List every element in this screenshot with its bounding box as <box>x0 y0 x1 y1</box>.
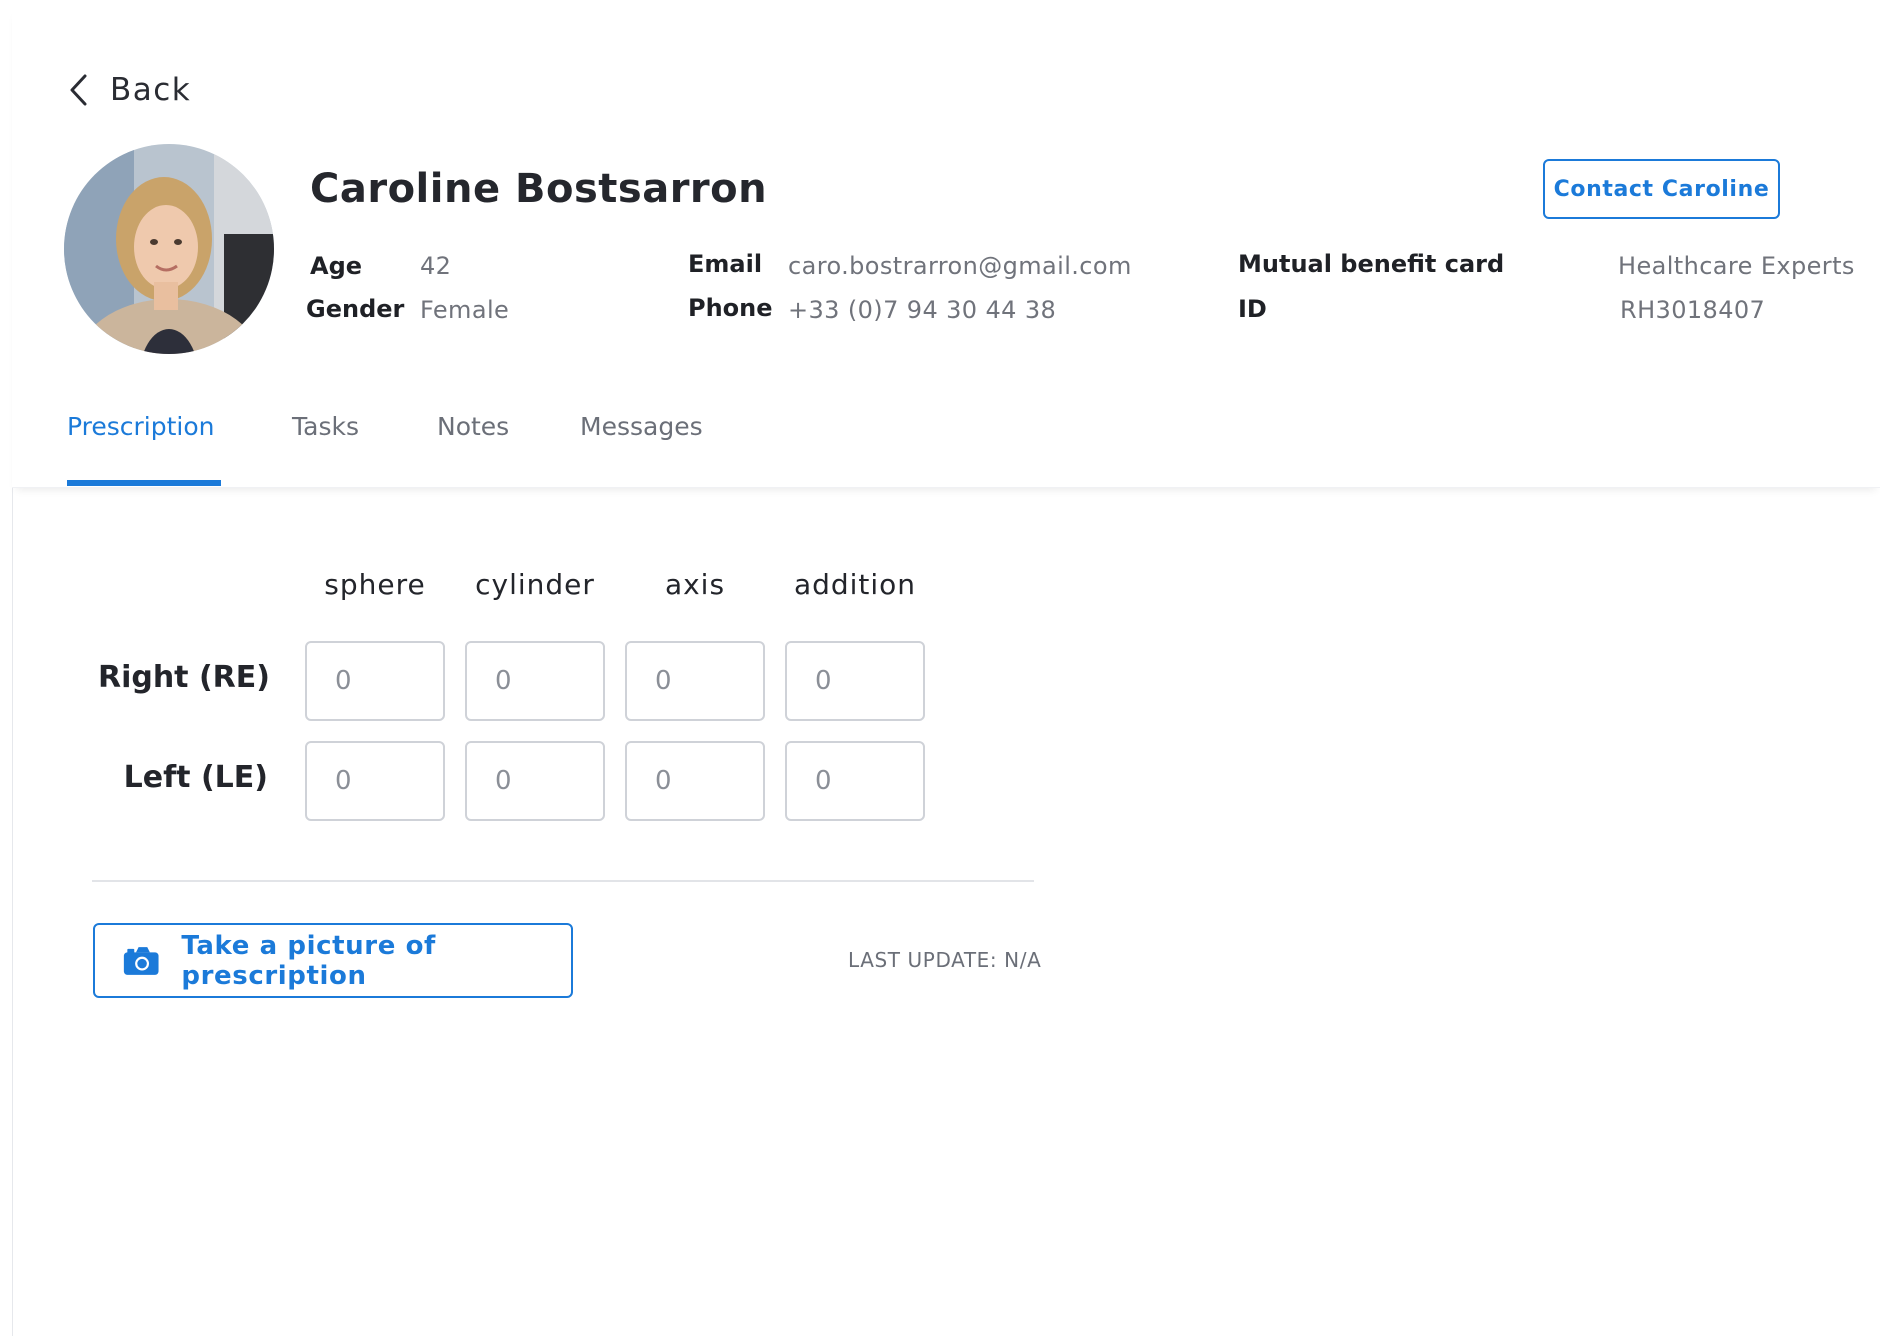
column-axis: axis <box>664 568 726 601</box>
take-picture-label: Take a picture of prescription <box>181 930 436 991</box>
active-tab-indicator <box>67 480 221 486</box>
left-axis-input[interactable] <box>625 741 765 821</box>
right-addition-input[interactable] <box>785 641 925 721</box>
email-value: caro.bostrarron@gmail.com <box>788 252 1132 280</box>
take-picture-button[interactable]: Take a picture of prescription <box>93 923 573 998</box>
divider <box>92 880 1034 882</box>
tab-messages[interactable]: Messages <box>580 412 703 441</box>
id-value: RH3018407 <box>1620 296 1766 324</box>
id-label: ID <box>1238 295 1267 323</box>
row-label-left: Left (LE) <box>123 760 268 795</box>
left-sphere-input[interactable] <box>305 741 445 821</box>
avatar <box>64 144 274 354</box>
back-button[interactable]: Back <box>68 70 191 110</box>
mutual-card-label: Mutual benefit card <box>1238 250 1505 278</box>
age-value: 42 <box>420 252 452 280</box>
avatar-photo <box>64 144 274 354</box>
column-cylinder: cylinder <box>475 568 595 601</box>
right-axis-input[interactable] <box>625 641 765 721</box>
back-label: Back <box>110 72 192 108</box>
tab-tasks[interactable]: Tasks <box>292 412 359 441</box>
right-cylinder-input[interactable] <box>465 641 605 721</box>
tab-notes[interactable]: Notes <box>437 412 509 441</box>
column-sphere: sphere <box>324 568 426 601</box>
column-addition: addition <box>793 568 917 601</box>
age-label: Age <box>310 252 363 280</box>
gender-value: Female <box>420 296 510 324</box>
tab-prescription[interactable]: Prescription <box>67 412 215 441</box>
phone-label: Phone <box>688 294 773 322</box>
chevron-left-icon <box>70 74 87 106</box>
left-cylinder-input[interactable] <box>465 741 605 821</box>
row-label-right: Right (RE) <box>97 660 270 695</box>
last-update-text: LAST UPDATE: N/A <box>848 948 1042 972</box>
contact-button[interactable]: Contact Caroline <box>1543 159 1780 219</box>
mutual-card-value: Healthcare Experts <box>1618 252 1855 280</box>
gender-label: Gender <box>306 295 405 323</box>
right-sphere-input[interactable] <box>305 641 445 721</box>
phone-value: +33 (0)7 94 30 44 38 <box>788 296 1057 324</box>
left-addition-input[interactable] <box>785 741 925 821</box>
camera-icon <box>123 946 159 975</box>
email-label: Email <box>688 250 763 278</box>
patient-name: Caroline Bostsarron <box>310 166 768 212</box>
